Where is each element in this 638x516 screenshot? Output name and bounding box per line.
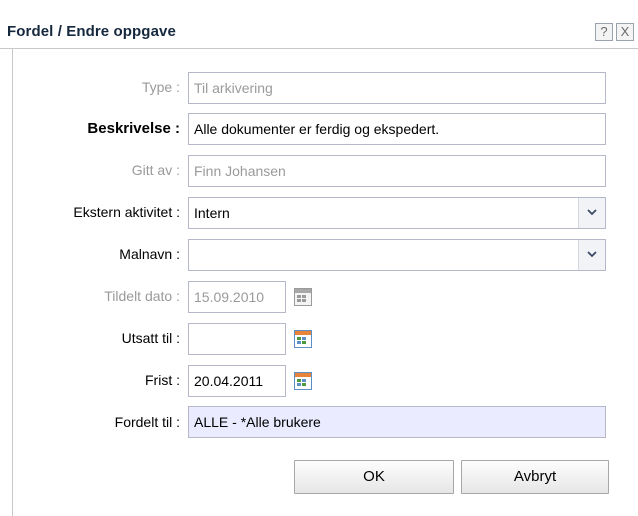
tildelt-dato-field: 15.09.2010 xyxy=(188,281,286,313)
dialog-title: Fordel / Endre oppgave xyxy=(7,23,176,40)
dialog-left-border xyxy=(12,49,13,516)
fordelt-til-field[interactable]: ALLE - *Alle brukere xyxy=(188,406,606,438)
utsatt-til-input[interactable] xyxy=(188,323,286,355)
tildelt-dato-label: Tildelt dato : xyxy=(104,288,180,304)
beskrivelse-label: Beskrivelse : xyxy=(87,120,180,137)
close-icon[interactable]: X xyxy=(616,23,634,41)
calendar-icon[interactable] xyxy=(293,371,313,391)
help-icon[interactable]: ? xyxy=(595,23,613,41)
gitt-av-label: Gitt av : xyxy=(131,162,180,178)
ok-button[interactable]: OK xyxy=(294,460,454,494)
beskrivelse-input[interactable]: Alle dokumenter er ferdig og ekspedert. xyxy=(188,113,606,145)
ekstern-aktivitet-combo[interactable]: Intern xyxy=(188,197,606,229)
chevron-down-icon[interactable] xyxy=(578,240,605,270)
type-field: Til arkivering xyxy=(188,72,606,104)
fordelt-til-label: Fordelt til : xyxy=(114,414,180,430)
malnavn-label: Malnavn : xyxy=(119,246,180,262)
type-label: Type : xyxy=(141,79,180,95)
frist-label: Frist : xyxy=(145,372,180,388)
cancel-button[interactable]: Avbryt xyxy=(461,460,609,494)
dialog-titlebar[interactable]: Fordel / Endre oppgave ? X xyxy=(0,18,638,49)
calendar-icon xyxy=(293,287,313,307)
frist-input[interactable]: 20.04.2011 xyxy=(188,365,286,397)
utsatt-til-label: Utsatt til : xyxy=(121,330,180,346)
malnavn-combo[interactable] xyxy=(188,239,606,271)
ekstern-aktivitet-value: Intern xyxy=(194,205,230,221)
ekstern-aktivitet-label: Ekstern aktivitet : xyxy=(73,204,180,220)
gitt-av-field: Finn Johansen xyxy=(188,155,606,187)
dialog-window: Fordel / Endre oppgave ? X Type : Til ar… xyxy=(0,0,638,516)
calendar-icon[interactable] xyxy=(293,329,313,349)
chevron-down-icon[interactable] xyxy=(578,198,605,228)
